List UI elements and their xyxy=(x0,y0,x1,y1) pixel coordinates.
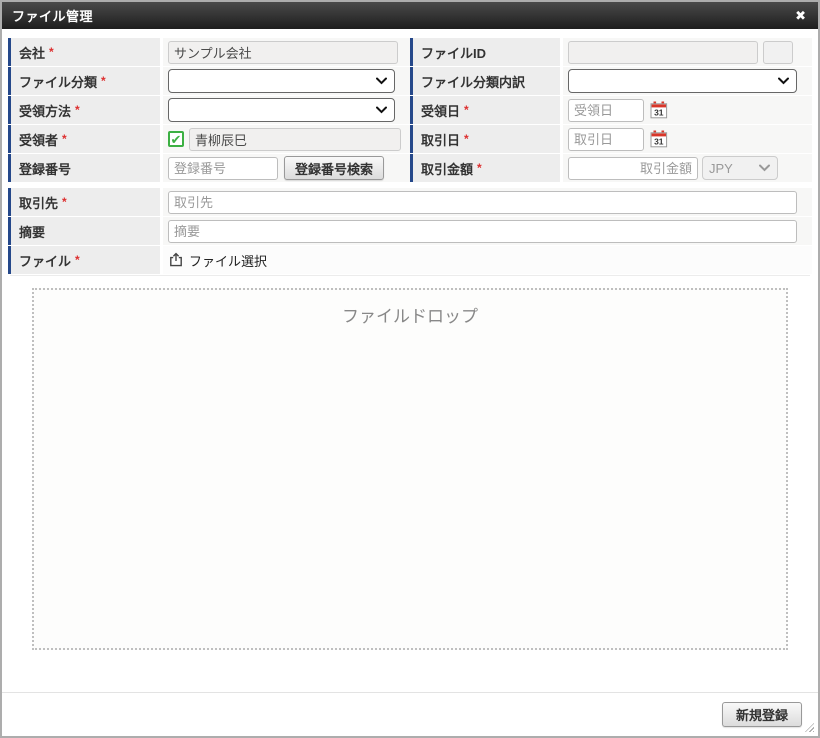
required-marker: * xyxy=(75,253,80,267)
form-row: 取引先 * xyxy=(8,188,812,216)
label-file-category: ファイル分類 * xyxy=(8,67,160,95)
label-file: ファイル * xyxy=(8,246,160,274)
form-row: 登録番号 登録番号検索 取引金額 * JPY xyxy=(8,154,812,182)
chevron-down-icon xyxy=(759,164,770,172)
currency-select: JPY xyxy=(702,156,778,180)
form-row: 摘要 xyxy=(8,217,812,245)
summary-input[interactable] xyxy=(168,219,797,243)
label-client: 取引先 * xyxy=(8,188,160,216)
transaction-amount-input[interactable] xyxy=(568,156,698,180)
file-drop-label: ファイルドロップ xyxy=(342,307,478,326)
client-input[interactable] xyxy=(168,190,797,214)
file-id-sub-box xyxy=(763,40,793,64)
file-id-input xyxy=(568,40,758,64)
label-file-category-detail: ファイル分類内訳 xyxy=(410,67,560,95)
required-marker: * xyxy=(62,195,67,209)
label-receipt-method: 受領方法 * xyxy=(8,96,160,124)
dialog-body: 会社 * ファイルID ファイル分類 xyxy=(2,29,818,692)
registration-number-search-button[interactable]: 登録番号検索 xyxy=(284,156,385,180)
section-divider xyxy=(10,275,810,276)
chevron-down-icon xyxy=(376,77,387,85)
calendar-icon[interactable]: 31 xyxy=(650,130,668,148)
label-summary: 摘要 xyxy=(8,217,160,245)
label-recipient: 受領者 * xyxy=(8,125,160,153)
form-row: 受領方法 * 受領日 * 受領日 31 xyxy=(8,96,812,124)
label-transaction-amount: 取引金額 * xyxy=(410,154,560,182)
label-company: 会社 * xyxy=(8,38,160,66)
file-drop-zone[interactable]: ファイルドロップ xyxy=(32,288,788,650)
file-management-dialog: ファイル管理 ✖ 会社 * ファイルID xyxy=(0,0,820,738)
svg-text:31: 31 xyxy=(654,107,664,117)
resize-grip-icon[interactable] xyxy=(805,723,814,732)
dialog-titlebar: ファイル管理 ✖ xyxy=(2,2,818,29)
chevron-down-icon xyxy=(376,106,387,114)
file-category-select[interactable] xyxy=(168,69,395,93)
required-marker: * xyxy=(49,45,54,59)
registration-number-input[interactable] xyxy=(168,156,278,180)
calendar-icon[interactable]: 31 xyxy=(650,101,668,119)
submit-button[interactable]: 新規登録 xyxy=(721,702,802,727)
label-registration-number: 登録番号 xyxy=(8,154,160,182)
dialog-title: ファイル管理 xyxy=(12,9,94,24)
form-row: 会社 * ファイルID xyxy=(8,38,812,66)
form-row: ファイル分類 * ファイル分類内訳 xyxy=(8,67,812,95)
dialog-footer: 新規登録 xyxy=(2,692,818,736)
svg-text:31: 31 xyxy=(654,136,664,146)
label-file-id: ファイルID xyxy=(410,38,560,66)
file-category-detail-select[interactable] xyxy=(568,69,797,93)
required-marker: * xyxy=(75,103,80,117)
required-marker: * xyxy=(464,132,469,146)
close-icon[interactable]: ✖ xyxy=(795,9,806,22)
required-marker: * xyxy=(477,161,482,175)
recipient-input xyxy=(189,127,401,151)
company-input xyxy=(168,40,398,64)
required-marker: * xyxy=(62,132,67,146)
required-marker: * xyxy=(464,103,469,117)
required-marker: * xyxy=(101,74,106,88)
label-receipt-date: 受領日 * xyxy=(410,96,560,124)
transaction-date-input[interactable] xyxy=(568,127,644,151)
receipt-method-select[interactable] xyxy=(168,98,395,122)
file-select-button[interactable]: ファイル選択 xyxy=(168,251,267,270)
receipt-date-input[interactable] xyxy=(568,98,644,122)
form-row: ファイル * ファイル選択 xyxy=(8,246,812,274)
chevron-down-icon xyxy=(778,77,789,85)
form-row: 受領者 * ✔ 取引日 * xyxy=(8,125,812,153)
recipient-checkbox[interactable]: ✔ xyxy=(168,131,184,147)
label-transaction-date: 取引日 * xyxy=(410,125,560,153)
upload-icon xyxy=(170,252,182,267)
